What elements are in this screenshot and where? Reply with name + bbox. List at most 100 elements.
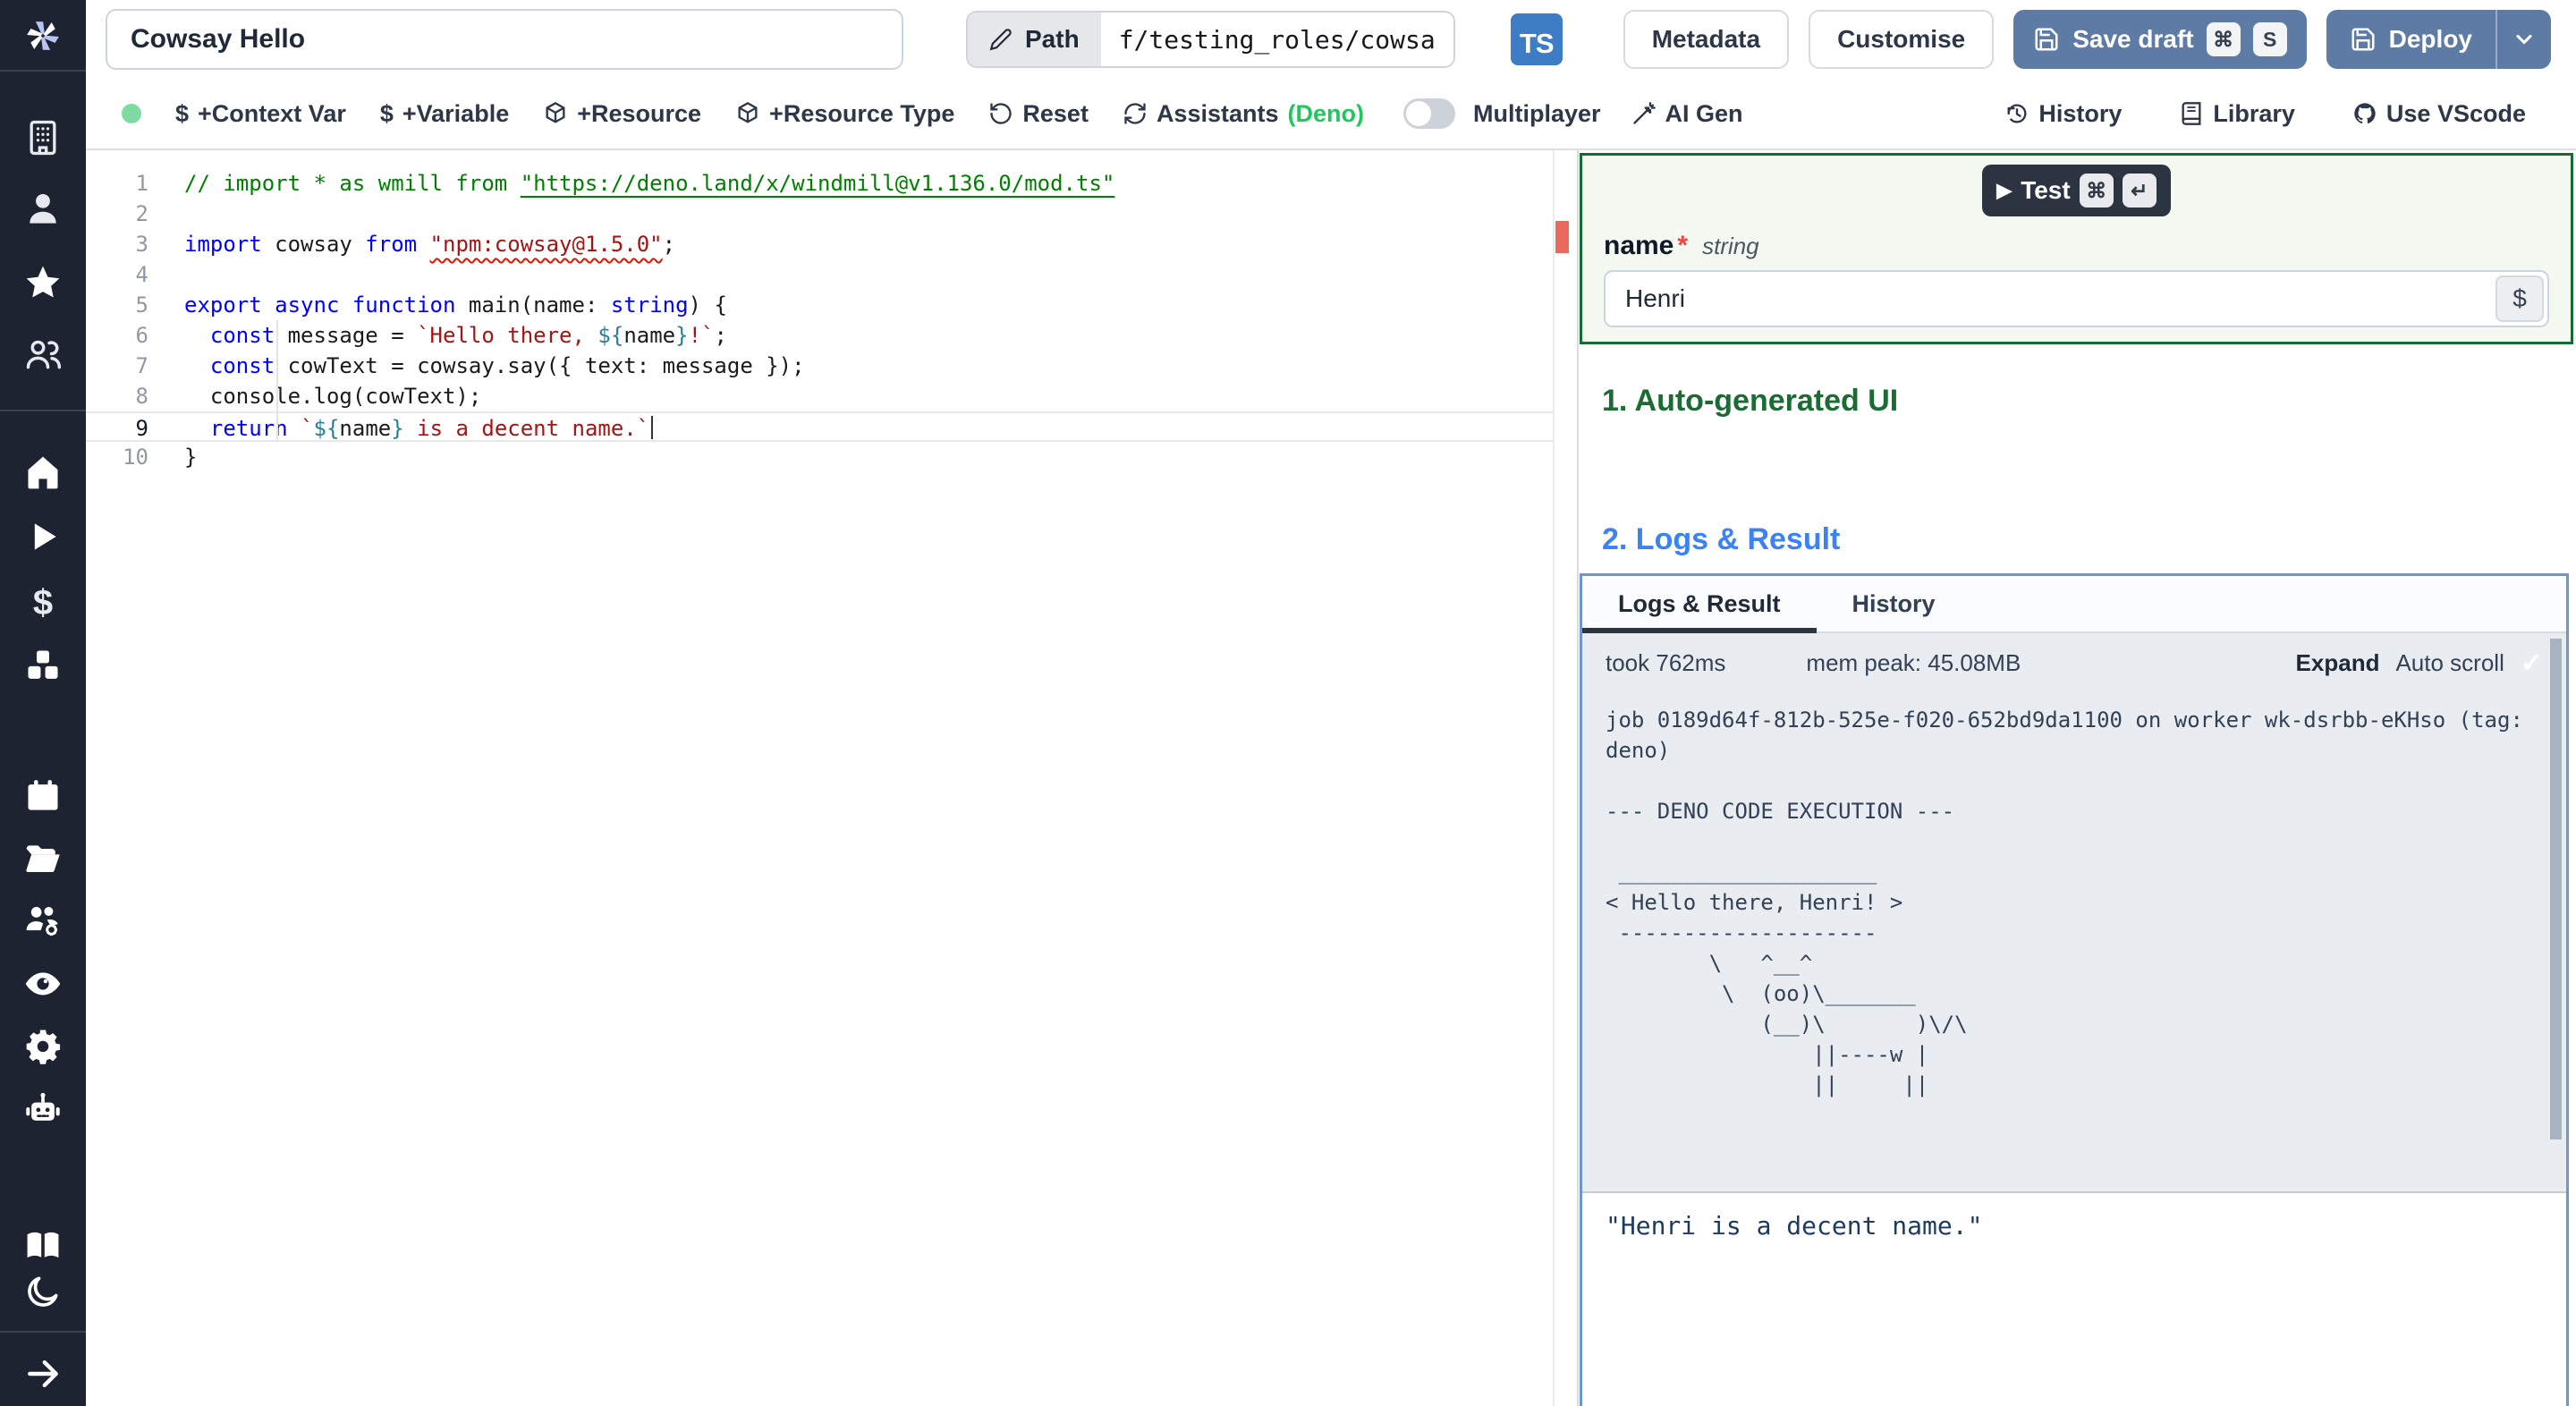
code-line-5[interactable]: 5 export async function main(name: string…	[86, 290, 1553, 320]
favorites-star-icon[interactable]	[0, 263, 86, 302]
refresh-cw-icon	[1124, 103, 1146, 124]
run-duration: took 762ms	[1606, 648, 1726, 676]
status-dot	[122, 104, 141, 123]
wand-sparkles-icon	[1632, 102, 1656, 124]
code-editor[interactable]: 1// import * as wmill from "https://deno…	[86, 150, 1553, 1406]
ai-gen-label: AI Gen	[1665, 99, 1743, 127]
expand-button[interactable]: Expand	[2296, 649, 2380, 677]
tab-logs-result[interactable]: Logs & Result	[1582, 576, 1817, 633]
code-line-2[interactable]: 2	[86, 199, 1553, 229]
code-line-10[interactable]: 10}	[86, 442, 1553, 472]
add-context-var-button[interactable]: $ +Context Var	[175, 100, 346, 128]
tab-history[interactable]: History	[1817, 576, 1971, 631]
add-resource-button[interactable]: +Resource	[543, 100, 701, 128]
assistants-button[interactable]: Assistants (Deno)	[1123, 100, 1364, 128]
home-icon[interactable]	[0, 453, 86, 492]
schedules-calendar-icon[interactable]	[0, 776, 86, 816]
ai-robot-icon[interactable]	[0, 1089, 86, 1129]
customise-button[interactable]: Customise	[1809, 10, 1995, 69]
pencil-icon	[989, 29, 1012, 51]
windmill-logo-icon[interactable]	[0, 16, 86, 55]
collapse-arrow-right-icon[interactable]	[0, 1354, 86, 1393]
groups-users-icon[interactable]	[0, 335, 86, 374]
assistants-label: Assistants	[1156, 99, 1279, 127]
play-icon: ▶	[1996, 179, 2012, 201]
add-variable-button[interactable]: $ +Variable	[380, 100, 509, 128]
reset-button[interactable]: Reset	[988, 100, 1089, 128]
history-label: History	[2038, 99, 2123, 127]
user-icon[interactable]	[0, 190, 86, 229]
typescript-badge: TS	[1510, 13, 1563, 65]
dollar-icon: $	[379, 99, 394, 127]
ai-gen-button[interactable]: AI Gen	[1631, 100, 1743, 128]
code-line-4[interactable]: 4	[86, 259, 1553, 290]
name-input[interactable]	[1604, 270, 2549, 327]
edit-path-button[interactable]: Path	[968, 13, 1101, 66]
library-button[interactable]: Library	[2179, 100, 2295, 128]
section-logs-result: 2. Logs & Result	[1602, 522, 1841, 556]
runs-play-icon[interactable]	[0, 517, 86, 556]
dark-mode-moon-icon[interactable]	[0, 1272, 86, 1311]
deploy-split-button: Deploy	[2326, 10, 2551, 69]
test-label: Test	[2021, 176, 2071, 204]
editor-overview-ruler[interactable]	[1553, 150, 1577, 1406]
add-resource-label: +Resource	[577, 99, 702, 127]
settings-gear-icon[interactable]	[0, 1027, 86, 1066]
workers-users-gear-icon[interactable]	[0, 902, 86, 941]
line-number: 2	[135, 201, 148, 226]
code-line-9[interactable]: 9 return `${name} is a decent name.`	[86, 411, 1553, 442]
save-icon	[2351, 28, 2375, 51]
book-icon	[2182, 102, 2201, 125]
add-variable-label: +Variable	[402, 99, 510, 127]
variables-dollar-icon[interactable]: $	[0, 583, 86, 623]
folders-icon[interactable]	[0, 839, 86, 878]
line-number: 5	[135, 292, 148, 318]
result-output[interactable]: "Henri is a decent name."	[1582, 1191, 2566, 1406]
line-number: 3	[135, 232, 148, 257]
field-type: string	[1702, 233, 1759, 259]
autoscroll-label[interactable]: Auto scroll	[2395, 649, 2504, 677]
logs-tabs: Logs & Result History	[1582, 576, 2566, 633]
mem-peak: mem peak: 45.08MB	[1806, 648, 2021, 676]
workspace-building-icon[interactable]	[0, 118, 86, 157]
add-resource-type-button[interactable]: +Resource Type	[735, 100, 954, 128]
line-number: 10	[123, 445, 148, 470]
text-cursor	[651, 416, 654, 439]
library-label: Library	[2213, 99, 2295, 127]
audit-eye-icon[interactable]	[0, 964, 86, 1004]
sidebar-divider	[0, 70, 86, 72]
code-line-8[interactable]: 8 console.log(cowText);	[86, 381, 1553, 411]
path-label: Path	[1025, 25, 1080, 53]
history-button[interactable]: History	[2004, 100, 2122, 128]
add-resource-type-label: +Resource Type	[769, 99, 955, 127]
editor-toolbar: $ +Context Var $ +Variable +Resource +Re…	[86, 79, 2576, 150]
logs-scrollbar[interactable]	[2550, 639, 2562, 1139]
code-line-3[interactable]: 3 import cowsay from "npm:cowsay@1.5.0";	[86, 229, 1553, 259]
code-line-7[interactable]: 7 const cowText = cowsay.say({ text: mes…	[86, 351, 1553, 381]
insert-variable-button[interactable]: $	[2496, 275, 2544, 322]
path-value[interactable]: f/testing_roles/cowsa	[1100, 13, 1453, 66]
script-title-input[interactable]	[106, 9, 903, 70]
line-number: 9	[135, 416, 148, 441]
line-number: 8	[135, 384, 148, 409]
path-control: Path f/testing_roles/cowsa	[966, 11, 1455, 68]
logs-result-card: Logs & Result History took 762ms mem pea…	[1580, 573, 2569, 1406]
package-icon	[546, 101, 565, 123]
code-line-6[interactable]: 6 const message = `Hello there, ${name}!…	[86, 320, 1553, 351]
deploy-options-button[interactable]	[2496, 10, 2551, 69]
rotate-ccw-icon	[990, 103, 1013, 124]
multiplayer-toggle[interactable]	[1402, 98, 1455, 129]
resources-boxes-icon[interactable]	[0, 646, 86, 685]
metadata-button[interactable]: Metadata	[1623, 10, 1790, 69]
docs-book-icon[interactable]	[0, 1225, 86, 1265]
use-vscode-button[interactable]: Use VScode	[2352, 100, 2526, 128]
assistants-lang: (Deno)	[1287, 99, 1364, 127]
line-number: 4	[135, 262, 148, 287]
test-button[interactable]: ▶ Test ⌘ ↵	[1982, 165, 2171, 216]
top-bar: Path f/testing_roles/cowsa TS Metadata C…	[86, 0, 2576, 79]
save-draft-button[interactable]: Save draft ⌘ S	[2013, 10, 2307, 69]
code-line-1[interactable]: 1// import * as wmill from "https://deno…	[86, 168, 1553, 199]
left-sidebar: $	[0, 0, 86, 1406]
log-output[interactable]: job 0189d64f-812b-525e-f020-652bd9da1100…	[1582, 692, 2566, 1191]
deploy-button[interactable]: Deploy	[2326, 10, 2496, 69]
